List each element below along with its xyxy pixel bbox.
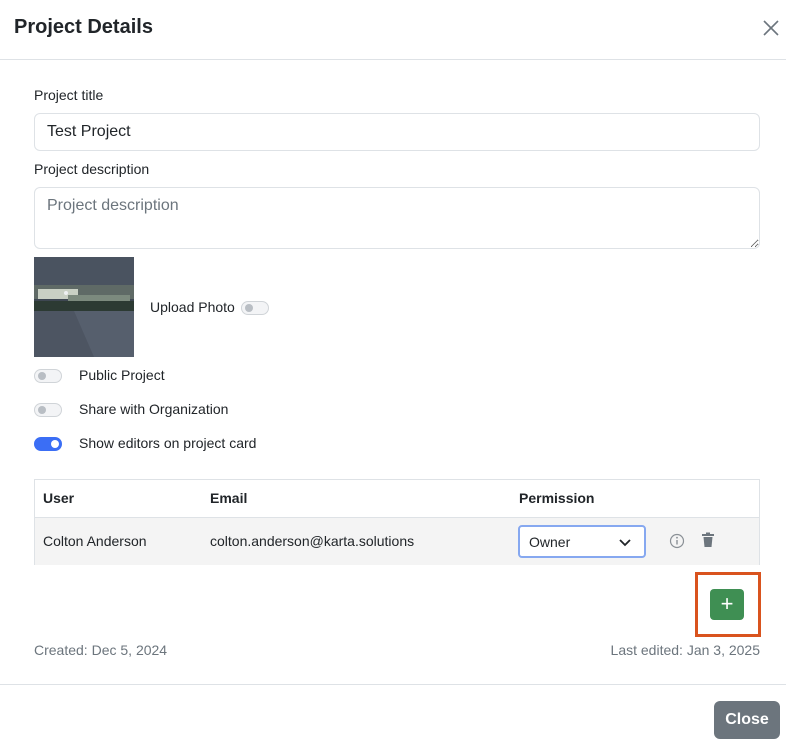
share-organization-toggle[interactable] xyxy=(34,403,62,417)
project-title-label: Project title xyxy=(34,87,104,103)
modal-title: Project Details xyxy=(14,16,153,38)
project-description-input[interactable] xyxy=(34,187,760,249)
add-user-button[interactable]: + xyxy=(710,589,744,620)
public-project-label: Public Project xyxy=(79,367,165,383)
show-editors-label: Show editors on project card xyxy=(79,435,257,451)
upload-photo-label: Upload Photo xyxy=(150,299,235,315)
user-name-cell: Colton Anderson xyxy=(43,533,147,549)
show-editors-toggle[interactable] xyxy=(34,437,62,451)
close-icon[interactable] xyxy=(760,17,782,39)
project-description-label: Project description xyxy=(34,161,150,177)
info-icon[interactable] xyxy=(669,533,685,554)
table-row: Colton Anderson colton.anderson@karta.so… xyxy=(35,517,759,565)
column-header-email: Email xyxy=(210,490,248,506)
project-title-input[interactable] xyxy=(34,113,760,151)
share-organization-label: Share with Organization xyxy=(79,401,229,417)
public-project-toggle[interactable] xyxy=(34,369,62,383)
permission-value: Owner xyxy=(529,534,571,550)
permission-select[interactable]: Owner xyxy=(518,525,646,558)
trash-icon[interactable] xyxy=(701,532,715,553)
last-edited-date: Last edited: Jan 3, 2025 xyxy=(610,642,760,658)
user-email-cell: colton.anderson@karta.solutions xyxy=(210,533,415,549)
close-button[interactable]: Close xyxy=(714,701,780,739)
project-photo xyxy=(34,257,134,357)
upload-photo-toggle[interactable] xyxy=(241,301,269,315)
project-details-modal: Project Details Project title Project de… xyxy=(0,0,786,749)
chevron-down-icon xyxy=(618,536,632,554)
users-table: User Email Permission Colton Anderson co… xyxy=(34,479,760,565)
created-date: Created: Dec 5, 2024 xyxy=(34,642,168,658)
modal-header: Project Details xyxy=(0,0,786,60)
column-header-user: User xyxy=(43,490,75,506)
plus-icon: + xyxy=(720,591,734,616)
footer-divider xyxy=(0,684,786,685)
column-header-permission: Permission xyxy=(519,490,595,506)
